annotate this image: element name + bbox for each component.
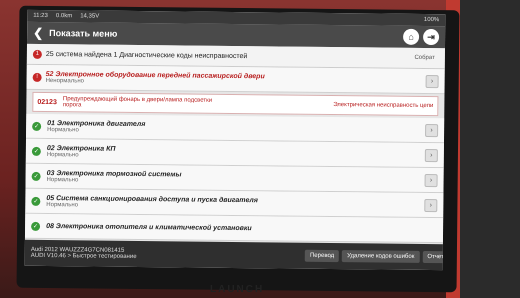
dtc-status: Электрическая неисправность цепи — [333, 102, 434, 110]
tablet-screen: 11:23 0.0km 14,35V 100% ❮ Показать меню … — [24, 9, 446, 271]
status-speed: 0.0km — [55, 13, 73, 20]
system-status: Ненормально — [45, 77, 85, 84]
system-title: 08 Электроника отопителя и климатической… — [46, 222, 252, 232]
translate-button[interactable]: Перевод — [304, 249, 340, 263]
report-button[interactable]: Отчет — [422, 250, 446, 264]
clear-codes-button[interactable]: Удаление кодов ошибок — [342, 250, 420, 263]
chevron-right-icon[interactable]: › — [424, 148, 438, 162]
status-battery: 100% — [423, 16, 440, 24]
summary-text: 25 система найдена 1 Диагностические код… — [45, 50, 248, 60]
device-background — [460, 0, 520, 298]
check-icon: ✓ — [31, 196, 41, 206]
alert-icon: 1 — [32, 49, 42, 59]
chevron-right-icon[interactable]: › — [424, 173, 438, 187]
check-icon: ✓ — [31, 221, 41, 231]
chevron-right-icon[interactable]: › — [425, 74, 439, 88]
brand-logo: LAUNCH — [210, 284, 265, 295]
exit-icon[interactable]: ⇥ — [423, 28, 440, 46]
home-icon[interactable]: ⌂ — [403, 28, 420, 45]
fault-icon: ! — [32, 72, 42, 82]
check-icon: ✓ — [31, 171, 41, 181]
system-row-08[interactable]: ✓ 08 Электроника отопителя и климатическ… — [24, 213, 444, 244]
system-row-52[interactable]: ! 52 Электронное оборудование передней п… — [26, 64, 445, 95]
collect-button[interactable]: Собрат — [414, 55, 434, 61]
system-status: Нормально — [46, 176, 79, 183]
dtc-code: 02123 — [37, 98, 57, 106]
back-arrow-icon[interactable]: ❮ — [33, 26, 43, 40]
footer-bar: Audi 2012 WAUZZZ4G7CN081415 AUDI V10.46 … — [24, 239, 446, 271]
status-voltage: 14,35V — [80, 13, 100, 20]
device-body: 11:23 0.0km 14,35V 100% ❮ Показать меню … — [0, 0, 520, 298]
system-status: Нормально — [46, 151, 79, 158]
check-icon: ✓ — [31, 146, 41, 156]
dtc-row[interactable]: 02123 Предупреждающий фонарь в двери/лам… — [32, 91, 439, 117]
status-time: 11:23 — [33, 12, 48, 20]
dtc-description: Предупреждающий фонарь в двери/лампа под… — [62, 96, 213, 109]
software-version: AUDI V10.46 > Быстрое тестирование — [30, 252, 137, 260]
chevron-right-icon[interactable]: › — [424, 198, 438, 212]
system-status: Нормально — [47, 126, 79, 133]
check-icon: ✓ — [32, 121, 42, 131]
chevron-right-icon[interactable]: › — [425, 123, 439, 137]
system-status: Нормально — [46, 201, 79, 208]
page-title: Показать меню — [49, 28, 118, 39]
